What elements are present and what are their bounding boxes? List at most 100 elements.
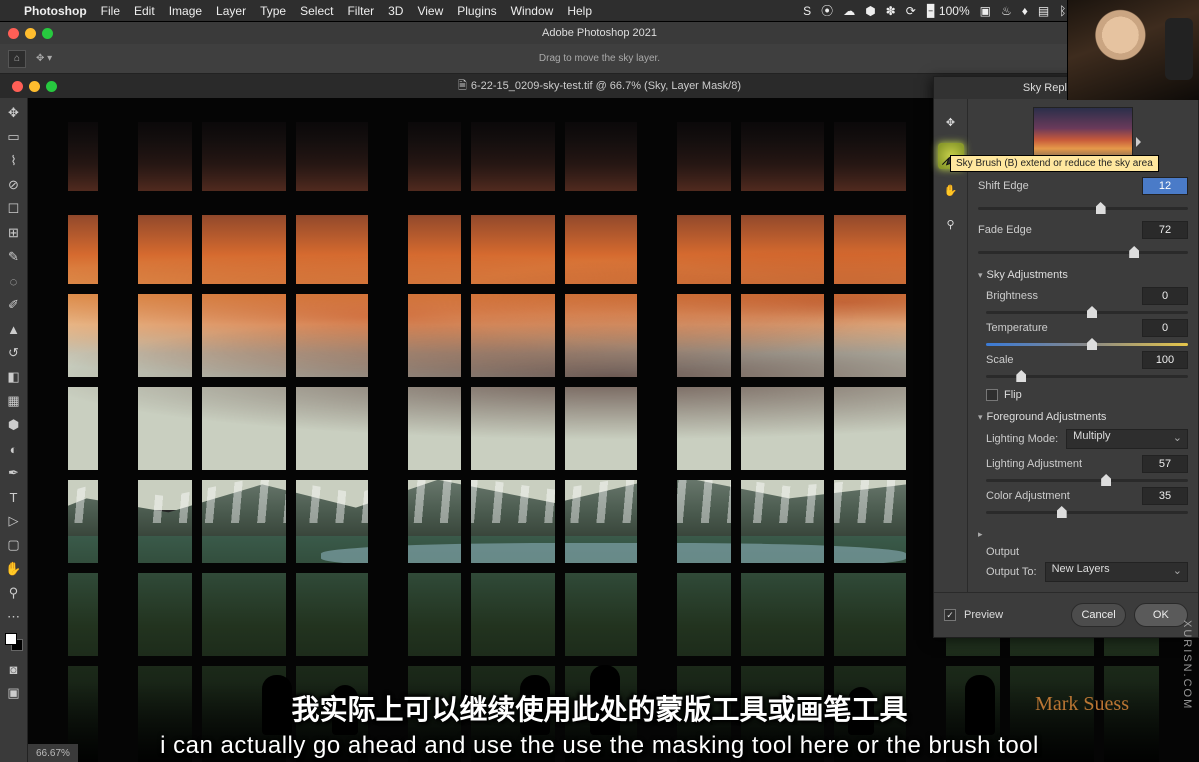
scale-label: Scale <box>986 354 1014 366</box>
window-traffic-lights[interactable] <box>0 24 61 43</box>
clone-stamp-tool[interactable]: ▲ <box>2 318 26 340</box>
output-to-label: Output To: <box>986 566 1037 578</box>
menu-layer[interactable]: Layer <box>216 4 246 18</box>
blur-tool[interactable]: ⬢ <box>2 414 26 436</box>
move-tool[interactable]: ✥ <box>2 102 26 124</box>
flame-icon: ♨ <box>1001 4 1012 18</box>
menu-select[interactable]: Select <box>300 4 333 18</box>
color-adjustment-value[interactable]: 35 <box>1142 487 1188 505</box>
status-icon: S <box>803 4 811 18</box>
brightness-label: Brightness <box>986 290 1038 302</box>
drop-icon: ♦ <box>1022 4 1028 18</box>
lighting-adjustment-slider[interactable] <box>986 473 1188 487</box>
sky-brush-tooltip: Sky Brush (B) extend or reduce the sky a… <box>950 155 1159 172</box>
quick-select-tool[interactable]: ⊘ <box>2 174 26 196</box>
fade-edge-slider[interactable] <box>978 245 1188 259</box>
menu-3d[interactable]: 3D <box>388 4 403 18</box>
quick-mask-toggle[interactable]: ◙ <box>2 658 26 680</box>
type-tool[interactable]: T <box>2 486 26 508</box>
scale-value[interactable]: 100 <box>1142 351 1188 369</box>
menu-view[interactable]: View <box>417 4 443 18</box>
menu-plugins[interactable]: Plugins <box>457 4 496 18</box>
frame-tool[interactable]: ⊞ <box>2 222 26 244</box>
foreground-background-color[interactable] <box>2 630 26 656</box>
document-icon: 🗎 <box>458 77 467 96</box>
scale-slider[interactable] <box>986 369 1188 383</box>
menu-edit[interactable]: Edit <box>134 4 155 18</box>
menu-help[interactable]: Help <box>567 4 592 18</box>
subtitle-chinese: 我实际上可以继续使用此处的蒙版工具或画笔工具 <box>0 688 1199 728</box>
shift-edge-value[interactable]: 12 <box>1142 177 1188 195</box>
hand-tool[interactable]: ✋ <box>2 558 26 580</box>
tools-panel: ✥ ▭ ⌇ ⊘ ☐ ⊞ ✎ ◌ ✐ ▲ ↺ ◧ ▦ ⬢ ◐ ✒ T ▷ ▢ ✋ … <box>0 98 28 762</box>
record-icon: ⦿ <box>821 2 833 19</box>
macos-menubar: Photoshop File Edit Image Layer Type Sel… <box>0 0 1199 22</box>
app-menu[interactable]: Photoshop <box>24 4 87 18</box>
eraser-tool[interactable]: ◧ <box>2 366 26 388</box>
sky-move-tool[interactable]: ✥ <box>938 109 964 135</box>
cc-icon: ✽ <box>886 4 896 18</box>
sky-replacement-panel: Sky Replacement ✥ ✋ ⚲ Sky Brush (B) exte… <box>933 76 1199 638</box>
edit-toolbar[interactable]: ⋯ <box>2 606 26 628</box>
lighting-adjustment-label: Lighting Adjustment <box>986 458 1082 470</box>
doc-traffic-lights[interactable] <box>4 77 65 96</box>
output-label: Output <box>986 546 1188 558</box>
window-minimize-icon[interactable] <box>25 28 36 39</box>
crop-tool[interactable]: ☐ <box>2 198 26 220</box>
healing-brush-tool[interactable]: ◌ <box>2 270 26 292</box>
document-tab[interactable]: 🗎 6-22-15_0209-sky-test.tif @ 66.7% (Sky… <box>458 77 741 96</box>
cancel-button[interactable]: Cancel <box>1071 603 1125 627</box>
dodge-tool[interactable]: ◐ <box>2 438 26 460</box>
window-zoom-icon[interactable] <box>42 28 53 39</box>
path-select-tool[interactable]: ▷ <box>2 510 26 532</box>
color-adjustment-label: Color Adjustment <box>986 490 1070 502</box>
output-section[interactable] <box>978 529 1188 540</box>
window-close-icon[interactable] <box>8 28 19 39</box>
fade-edge-label: Fade Edge <box>978 224 1032 236</box>
fade-edge-value[interactable]: 72 <box>1142 221 1188 239</box>
doc-close-icon[interactable] <box>12 81 23 92</box>
marquee-tool[interactable]: ▭ <box>2 126 26 148</box>
ok-button[interactable]: OK <box>1134 603 1188 627</box>
brightness-slider[interactable] <box>986 305 1188 319</box>
gradient-tool[interactable]: ▦ <box>2 390 26 412</box>
menu-file[interactable]: File <box>101 4 120 18</box>
lighting-adjustment-value[interactable]: 57 <box>1142 455 1188 473</box>
zoom-tool[interactable]: ⚲ <box>2 582 26 604</box>
menu-window[interactable]: Window <box>511 4 554 18</box>
temperature-slider[interactable] <box>986 337 1188 351</box>
preview-checkbox[interactable] <box>944 609 956 621</box>
menu-type[interactable]: Type <box>260 4 286 18</box>
color-adjustment-slider[interactable] <box>986 505 1188 519</box>
doc-min-icon[interactable] <box>29 81 40 92</box>
menu-image[interactable]: Image <box>169 4 202 18</box>
lasso-tool[interactable]: ⌇ <box>2 150 26 172</box>
history-brush-tool[interactable]: ↺ <box>2 342 26 364</box>
eyedropper-tool[interactable]: ✎ <box>2 246 26 268</box>
foreground-adjustments-section[interactable]: Foreground Adjustments <box>978 411 1188 423</box>
sky-adjustments-section[interactable]: Sky Adjustments <box>978 269 1188 281</box>
brush-tool[interactable]: ✐ <box>2 294 26 316</box>
shape-tool[interactable]: ▢ <box>2 534 26 556</box>
move-tool-icon[interactable]: ✥ ▾ <box>36 53 52 64</box>
pen-tool[interactable]: ✒ <box>2 462 26 484</box>
temperature-value[interactable]: 0 <box>1142 319 1188 337</box>
shift-edge-slider[interactable] <box>978 201 1188 215</box>
sync-icon: ⟳ <box>906 4 916 18</box>
subtitle-english: i can actually go ahead and use the use … <box>0 732 1199 760</box>
brightness-value[interactable]: 0 <box>1142 287 1188 305</box>
document-tab-label: 6-22-15_0209-sky-test.tif @ 66.7% (Sky, … <box>471 80 741 92</box>
preview-label: Preview <box>964 609 1003 621</box>
menu-filter[interactable]: Filter <box>347 4 374 18</box>
doc-zoom-icon[interactable] <box>46 81 57 92</box>
watermark-text: XURISN.COM <box>1181 620 1193 710</box>
sky-zoom-tool[interactable]: ⚲ <box>938 211 964 237</box>
window-title: Adobe Photoshop 2021 <box>542 27 657 39</box>
options-hint: Drag to move the sky layer. <box>539 53 660 64</box>
cloud-icon: ☁ <box>843 4 855 18</box>
sky-hand-tool[interactable]: ✋ <box>938 177 964 203</box>
lighting-mode-select[interactable]: Multiply <box>1066 429 1188 449</box>
flip-checkbox[interactable] <box>986 389 998 401</box>
output-to-select[interactable]: New Layers <box>1045 562 1188 582</box>
home-button[interactable]: ⌂ <box>8 50 26 68</box>
